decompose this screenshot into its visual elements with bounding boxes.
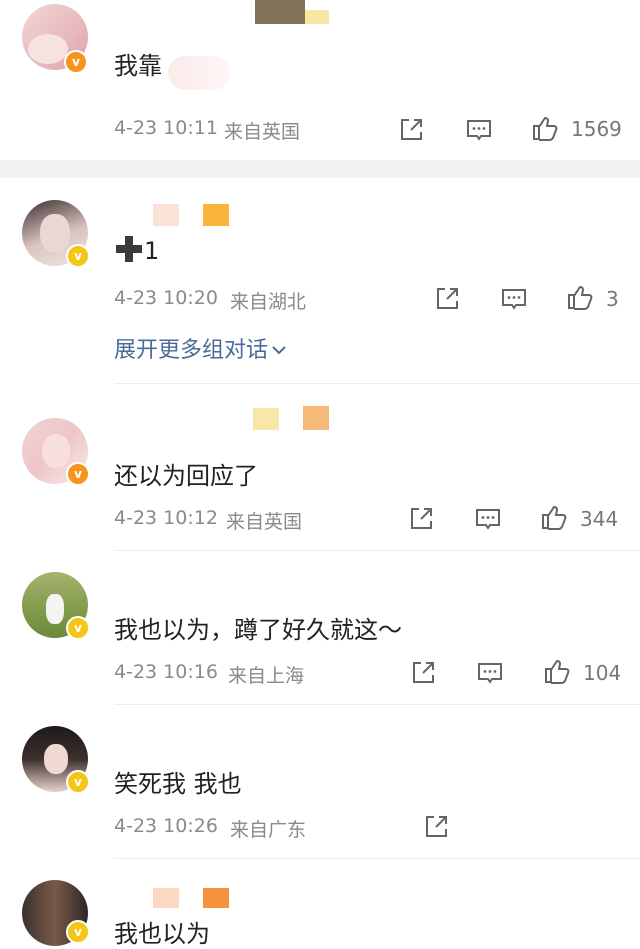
like-count: 104 (583, 661, 622, 685)
comment-divider (114, 858, 640, 859)
verified-badge-icon: v (64, 50, 88, 74)
comment-meta-time: 4-23 10:12 (114, 507, 218, 529)
comment-divider (114, 550, 640, 551)
verified-badge-icon: v (66, 462, 90, 486)
comment-meta-time: 4-23 10:16 (114, 661, 218, 683)
like-count: 344 (580, 507, 619, 531)
comment-icon[interactable] (476, 659, 504, 687)
comment-icon[interactable] (474, 505, 502, 533)
share-icon[interactable] (422, 813, 450, 841)
thumbs-up-icon[interactable] (543, 657, 571, 685)
comment-meta-location: 来自上海 (228, 665, 305, 687)
comment-meta-time: 4-23 10:20 (114, 287, 218, 309)
share-icon[interactable] (407, 505, 435, 533)
like-count: 3 (606, 287, 619, 311)
verified-badge-icon: v (66, 244, 90, 268)
comment-text: 笑死我 我也 (114, 770, 242, 798)
share-icon[interactable] (433, 285, 461, 313)
chevron-down-icon (272, 346, 286, 355)
blurred-username (153, 888, 179, 908)
comment-divider (114, 704, 640, 705)
verified-badge-icon: v (66, 616, 90, 640)
comment-meta-location: 来自湖北 (230, 291, 307, 313)
verified-badge-icon: v (66, 920, 90, 944)
comment-text: 还以为回应了 (114, 462, 258, 490)
blurred-username (305, 10, 329, 24)
like-count: 1569 (571, 117, 622, 141)
comment-meta-time: 4-23 10:26 (114, 815, 218, 837)
comment-text: 我靠 (114, 52, 162, 80)
comment-meta-time: 4-23 10:11 (114, 117, 218, 139)
comment-text: 我也以为，蹲了好久就这～ (114, 616, 402, 644)
thumbs-up-icon[interactable] (566, 283, 594, 311)
blurred-username (255, 0, 305, 24)
verified-badge-icon: v (66, 770, 90, 794)
thumbs-up-icon[interactable] (531, 114, 559, 142)
expand-conversation-link[interactable]: 展开更多组对话 (114, 332, 287, 364)
sticker-image (168, 56, 230, 90)
blurred-username (203, 204, 229, 226)
blurred-username (303, 406, 329, 430)
comment-text: 1 (114, 234, 159, 265)
share-icon[interactable] (397, 116, 425, 144)
share-icon[interactable] (409, 659, 437, 687)
comment-icon[interactable] (465, 116, 493, 144)
comment-meta-location: 来自英国 (224, 121, 301, 143)
comment-text: 我也以为 (114, 920, 210, 948)
plus-emoji-icon (116, 236, 142, 262)
section-divider (0, 160, 640, 178)
comment-icon[interactable] (500, 285, 528, 313)
blurred-username (203, 888, 229, 908)
comment-meta-location: 来自广东 (230, 819, 307, 841)
expand-label: 展开更多组对话 (114, 338, 269, 363)
blurred-username (153, 204, 179, 226)
thumbs-up-icon[interactable] (540, 503, 568, 531)
comment-text-value: 1 (144, 237, 160, 265)
comment-divider (114, 383, 640, 384)
blurred-username (253, 408, 279, 430)
comment-meta-location: 来自英国 (226, 511, 303, 533)
